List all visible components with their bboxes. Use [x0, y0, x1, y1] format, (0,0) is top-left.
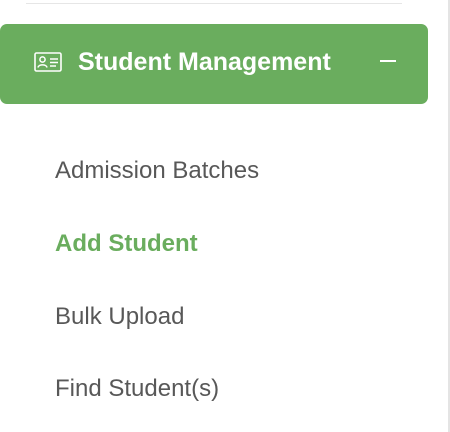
minus-icon[interactable] [380, 60, 396, 62]
submenu-item-find-students[interactable]: Find Student(s) [55, 369, 219, 409]
section-title: Student Management [78, 48, 331, 76]
student-management-section-header[interactable]: Student Management [0, 24, 428, 104]
submenu-item-admission-batches[interactable]: Admission Batches [55, 151, 259, 191]
id-card-icon [34, 52, 62, 72]
submenu-item-bulk-upload[interactable]: Bulk Upload [55, 297, 184, 337]
submenu-item-add-student[interactable]: Add Student [55, 224, 198, 264]
sidebar: Student Management Admission Batches Add… [0, 0, 450, 432]
divider [26, 3, 402, 4]
